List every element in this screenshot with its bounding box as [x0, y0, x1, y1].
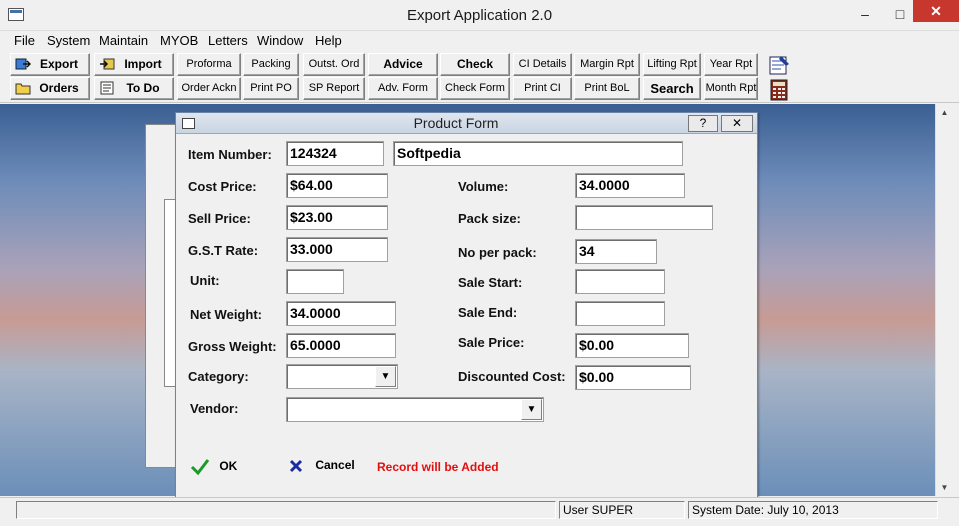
import-button[interactable]: Import	[94, 53, 174, 76]
sale-end-field[interactable]	[575, 301, 665, 326]
folder-icon	[15, 83, 31, 95]
sale-price-label: Sale Price:	[458, 335, 525, 350]
menu-myob[interactable]: MYOB	[160, 33, 198, 48]
todo-label: To Do	[126, 81, 160, 95]
gst-rate-field[interactable]: 33.000	[286, 237, 388, 262]
toolbar: Export Import Orders To Do Proforma Pack…	[0, 51, 959, 103]
sale-start-label: Sale Start:	[458, 275, 523, 290]
cancel-label: Cancel	[315, 458, 355, 473]
net-weight-label: Net Weight:	[190, 307, 262, 322]
category-dropdown[interactable]: ▼	[286, 364, 398, 389]
scroll-up-icon[interactable]: ▲	[936, 104, 953, 121]
proforma-button[interactable]: Proforma	[177, 53, 241, 76]
dialog-close-button[interactable]: ✕	[721, 115, 753, 132]
sale-start-field[interactable]	[575, 269, 665, 294]
net-weight-field[interactable]: 34.0000	[286, 301, 396, 326]
gross-weight-label: Gross Weight:	[188, 339, 277, 354]
no-per-pack-field[interactable]: 34	[575, 239, 657, 264]
cancel-button[interactable]: Cancel	[288, 458, 355, 474]
vertical-scrollbar[interactable]: ▲ ▼	[935, 104, 952, 496]
volume-field[interactable]: 34.0000	[575, 173, 685, 198]
status-bar: User SUPER System Date: July 10, 2013	[0, 497, 959, 526]
chevron-down-icon[interactable]: ▼	[521, 399, 542, 420]
print-po-button[interactable]: Print PO	[243, 77, 299, 100]
menu-file[interactable]: File	[14, 33, 35, 48]
vendor-dropdown[interactable]: ▼	[286, 397, 544, 422]
unit-label: Unit:	[190, 273, 220, 288]
notepad-icon	[100, 81, 114, 95]
no-per-pack-label: No per pack:	[458, 245, 537, 260]
adv-form-button[interactable]: Adv. Form	[368, 77, 438, 100]
window-title: Export Application 2.0	[406, 7, 553, 24]
menu-bar: File System Maintain MYOB Letters Window…	[0, 31, 959, 51]
check-form-button[interactable]: Check Form	[440, 77, 510, 100]
ok-label: OK	[219, 459, 238, 474]
item-name-field[interactable]: Softpedia	[393, 141, 683, 166]
gst-rate-label: G.S.T Rate:	[188, 243, 259, 258]
export-button[interactable]: Export	[10, 53, 90, 76]
pack-size-label: Pack size:	[458, 211, 521, 226]
export-icon	[15, 58, 31, 70]
volume-label: Volume:	[458, 179, 509, 194]
sale-price-field[interactable]: $0.00	[575, 333, 689, 358]
ci-details-button[interactable]: CI Details	[513, 53, 572, 76]
export-label: Export	[39, 57, 78, 71]
category-label: Category:	[188, 369, 249, 384]
item-number-field[interactable]: 124324	[286, 141, 384, 166]
sell-price-label: Sell Price:	[188, 211, 251, 226]
menu-system[interactable]: System	[47, 33, 90, 48]
chevron-down-icon[interactable]: ▼	[375, 366, 396, 387]
item-number-label: Item Number:	[188, 147, 272, 162]
menu-window[interactable]: Window	[257, 33, 303, 48]
scroll-down-icon[interactable]: ▼	[936, 479, 953, 496]
dialog-title: Product Form	[413, 115, 499, 131]
ok-button[interactable]: OK	[190, 458, 237, 476]
lifting-rpt-button[interactable]: Lifting Rpt	[643, 53, 701, 76]
orders-button[interactable]: Orders	[10, 77, 90, 100]
unit-field[interactable]	[286, 269, 344, 294]
search-button[interactable]: Search	[643, 77, 701, 100]
check-mark-icon	[190, 459, 210, 476]
product-form-dialog: Product Form ? ✕ Item Number: Cost Price…	[175, 112, 758, 500]
minimize-button[interactable]: –	[845, 0, 885, 28]
menu-letters[interactable]: Letters	[208, 33, 248, 48]
todo-button[interactable]: To Do	[94, 77, 174, 100]
status-date: System Date: July 10, 2013	[688, 501, 938, 519]
advice-button[interactable]: Advice	[368, 53, 438, 76]
help-button[interactable]: ?	[688, 115, 718, 132]
packing-button[interactable]: Packing	[243, 53, 299, 76]
print-ci-button[interactable]: Print CI	[513, 77, 572, 100]
month-rpt-button[interactable]: Month Rpt	[704, 77, 758, 100]
print-bol-button[interactable]: Print BoL	[574, 77, 640, 100]
notes-icon[interactable]	[767, 54, 791, 76]
import-label: Import	[124, 57, 162, 71]
dialog-title-bar: Product Form ? ✕	[176, 113, 757, 134]
discounted-cost-field[interactable]: $0.00	[575, 365, 691, 390]
gross-weight-field[interactable]: 65.0000	[286, 333, 396, 358]
record-status-message: Record will be Added	[377, 460, 499, 474]
discounted-cost-label: Discounted Cost:	[458, 369, 566, 384]
vendor-label: Vendor:	[190, 401, 239, 416]
check-button[interactable]: Check	[440, 53, 510, 76]
margin-rpt-button[interactable]: Margin Rpt	[574, 53, 640, 76]
order-ackn-button[interactable]: Order Ackn	[177, 77, 241, 100]
orders-label: Orders	[39, 81, 79, 95]
status-user: User SUPER	[559, 501, 685, 519]
status-panel-main	[16, 501, 556, 519]
sp-report-button[interactable]: SP Report	[303, 77, 365, 100]
calculator-icon[interactable]	[769, 79, 789, 101]
cost-price-field[interactable]: $64.00	[286, 173, 388, 198]
import-icon	[100, 58, 115, 70]
menu-help[interactable]: Help	[315, 33, 342, 48]
x-mark-icon	[289, 459, 303, 473]
menu-maintain[interactable]: Maintain	[99, 33, 148, 48]
sale-end-label: Sale End:	[458, 305, 518, 320]
cost-price-label: Cost Price:	[188, 179, 257, 194]
outst-ord-button[interactable]: Outst. Ord	[303, 53, 365, 76]
year-rpt-button[interactable]: Year Rpt	[704, 53, 758, 76]
pack-size-field[interactable]	[575, 205, 713, 230]
sell-price-field[interactable]: $23.00	[286, 205, 388, 230]
title-bar: Export Application 2.0 – □ ✕	[0, 0, 959, 31]
close-window-button[interactable]: ✕	[913, 0, 959, 22]
